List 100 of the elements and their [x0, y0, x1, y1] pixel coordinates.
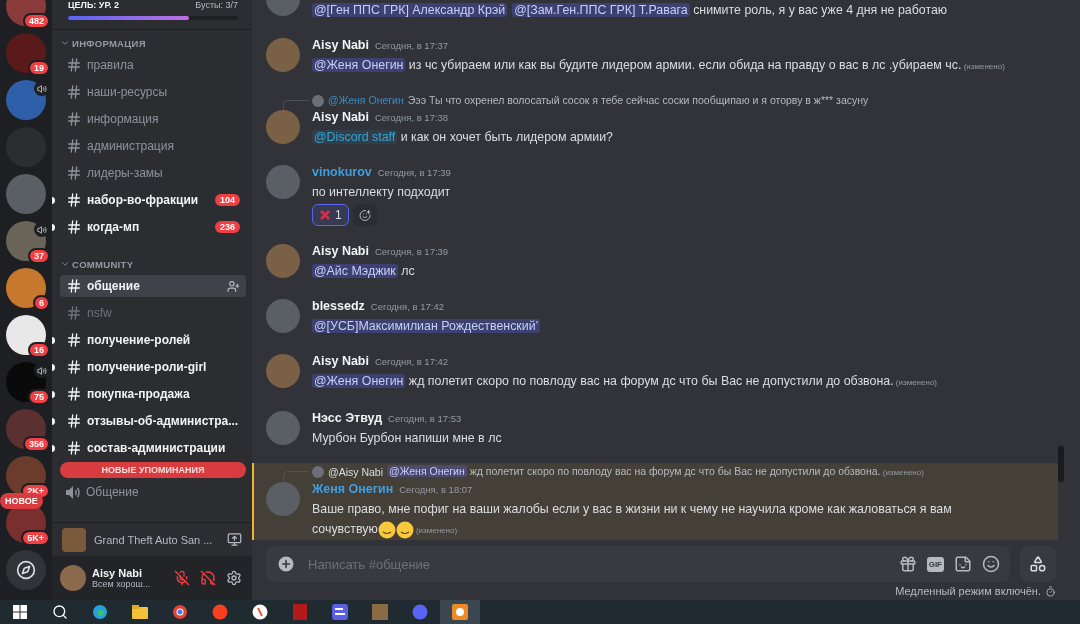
- channel-item[interactable]: отзывы-об-администра...: [60, 410, 246, 432]
- headphones-button[interactable]: [198, 568, 218, 588]
- hash-icon: [66, 165, 82, 181]
- channel-item[interactable]: Общение: [60, 481, 246, 503]
- reply-avatar: [312, 466, 324, 478]
- reply-author[interactable]: @Aisy Nabi: [328, 464, 383, 480]
- channel-item[interactable]: набор-во-фракции 104: [60, 189, 246, 211]
- channel-item[interactable]: информация: [60, 108, 246, 130]
- speaker-icon: [66, 485, 81, 499]
- category-header[interactable]: COMMUNITY: [60, 253, 246, 275]
- message-input[interactable]: Написать #общение GIF: [266, 546, 1010, 582]
- channel-item[interactable]: получение-роли-girl: [60, 356, 246, 378]
- hash-icon: [66, 278, 82, 294]
- app-icon: [452, 604, 468, 620]
- message-text: Ваше право, мне пофиг на ваши жалобы если у вас в жизни ни к чему не научила кроме как жаловаться я вам сочувствую (изменено): [312, 499, 1012, 540]
- invite-icon[interactable]: [227, 279, 240, 293]
- message-time: Сегодня, в 17:42: [374, 355, 449, 369]
- channel-item[interactable]: лидеры-замы: [60, 162, 246, 184]
- reply-text[interactable]: Эээ Ты что охренел волосатый сосок я тебе сейчас соски пообщипаю и я оторву в ж*** засуну: [407, 93, 869, 108]
- compass-icon: [16, 560, 36, 580]
- add-reaction-button[interactable]: [352, 204, 377, 226]
- channel-item[interactable]: состав-администрации: [60, 437, 246, 459]
- message-author[interactable]: Женя Онегин: [312, 480, 394, 498]
- reply-text[interactable]: @Женя Онегин жд полетит скоро по повлоду вас на форум дс что бы Вас не допустили до обзвона. (изменено): [387, 464, 924, 480]
- channel-item[interactable]: наши-ресурсы: [60, 81, 246, 103]
- settings-button[interactable]: [224, 568, 244, 588]
- hash-icon: [66, 359, 82, 375]
- browser-icon: [252, 604, 268, 620]
- mention-count: 16: [28, 342, 50, 358]
- mention-count: 37: [28, 248, 50, 264]
- hash-warning-icon: [66, 305, 82, 321]
- mention-count: 75: [28, 389, 50, 405]
- server-icon[interactable]: [6, 315, 46, 355]
- message-time: Сегодня, в 17:53: [388, 412, 462, 426]
- chevron-icon: [60, 259, 70, 269]
- message-author[interactable]: Нэсс Этвуд: [312, 409, 383, 427]
- emoji-icon[interactable]: [982, 555, 1000, 573]
- reply-avatar: [312, 94, 324, 107]
- category-header[interactable]: ИНФОРМАЦИЯ: [60, 32, 246, 54]
- reaction-button[interactable]: 1: [312, 204, 349, 226]
- channel-item[interactable]: когда-мп 236: [60, 216, 246, 238]
- scrollbar-thumb[interactable]: [1058, 446, 1064, 482]
- user-name: Aisy Nabi: [92, 567, 144, 579]
- message-author[interactable]: Aisy Nabi: [312, 108, 369, 126]
- folder-icon: [132, 605, 148, 619]
- apps-button[interactable]: [1020, 546, 1056, 582]
- channel-item[interactable]: покупка-продажа: [60, 383, 246, 405]
- message-author[interactable]: Aisy Nabi: [312, 242, 369, 260]
- timer-icon: [1045, 585, 1056, 597]
- message-author[interactable]: Aisy Nabi: [312, 36, 369, 54]
- message-author[interactable]: vinokurov: [312, 163, 372, 181]
- message-text: по интеллекту подходит: [312, 184, 451, 201]
- hash-icon: [66, 440, 82, 456]
- message-text: @Женя Онегин из чс убираем или как вы будите лидером армии. если обида на правду о вас в лс .убираем чс. (изменено): [312, 57, 1005, 74]
- reply-line: [283, 100, 309, 110]
- message-author[interactable]: Aisy Nabi: [312, 352, 369, 370]
- sticker-icon[interactable]: [954, 555, 972, 573]
- hash-icon: [66, 111, 82, 127]
- chevron-icon: [60, 38, 70, 48]
- channel-item[interactable]: правила: [60, 54, 246, 76]
- taskbar-item[interactable]: [440, 600, 480, 624]
- user-avatar[interactable]: [60, 565, 86, 591]
- channel-item[interactable]: общение: [60, 275, 246, 297]
- plus-icon[interactable]: [276, 554, 296, 574]
- reply-line: [283, 471, 309, 481]
- app-icon: [212, 604, 228, 620]
- smile-plus-icon: [358, 208, 371, 222]
- gift-icon[interactable]: [898, 555, 917, 573]
- user-mention[interactable]: @[Зам.Ген.ППС ГРК] Т.Равага: [512, 3, 690, 17]
- user-mention[interactable]: @Женя Онегин: [387, 465, 467, 477]
- message-time: Сегодня, в 17:39: [377, 166, 451, 180]
- channel-item[interactable]: получение-ролей: [60, 329, 246, 351]
- gif-button[interactable]: GIF: [926, 556, 944, 572]
- screen-share-icon[interactable]: [227, 532, 242, 547]
- new-mentions-toast[interactable]: НОВЫЕ УПОМИНАНИЯ: [60, 462, 246, 478]
- message-text: @Айс Мэджик лс: [312, 263, 416, 280]
- boost-count[interactable]: Бусты: 3/7: [195, 0, 238, 11]
- message-author[interactable]: blessedz: [312, 297, 365, 315]
- channel-item[interactable]: администрация: [60, 135, 246, 157]
- slowmode-label: Медленный режим включён.: [895, 585, 1041, 597]
- hash-icon: [66, 192, 82, 208]
- hash-icon: [66, 57, 82, 73]
- role-mention[interactable]: @Discord staff: [312, 130, 398, 144]
- user-mention[interactable]: @Женя Онегин: [312, 374, 406, 388]
- app-icon: [293, 604, 307, 620]
- settings-icon: [226, 570, 242, 586]
- server-icon[interactable]: [6, 33, 46, 73]
- microphone-button[interactable]: [172, 568, 192, 588]
- server-icon[interactable]: [6, 409, 46, 449]
- hash-icon: [66, 84, 82, 100]
- user-mention[interactable]: @Айс Мэджик: [312, 264, 398, 278]
- user-mention[interactable]: @[УСБ]Максимилиан Рождественский’: [312, 319, 541, 333]
- user-mention[interactable]: @Женя Онегин: [312, 58, 406, 72]
- game-name: Grand Theft Auto San ...: [94, 533, 214, 546]
- new-messages-toast[interactable]: НОВОЕ: [0, 493, 43, 509]
- hash-icon: [66, 219, 82, 235]
- user-mention[interactable]: @[Ген ППС ГРК] Александр Крэй: [312, 3, 508, 17]
- reply-author[interactable]: @Женя Онегин: [328, 93, 404, 108]
- explore-button[interactable]: [6, 550, 46, 590]
- message-time: Сегодня, в 17:42: [370, 300, 444, 314]
